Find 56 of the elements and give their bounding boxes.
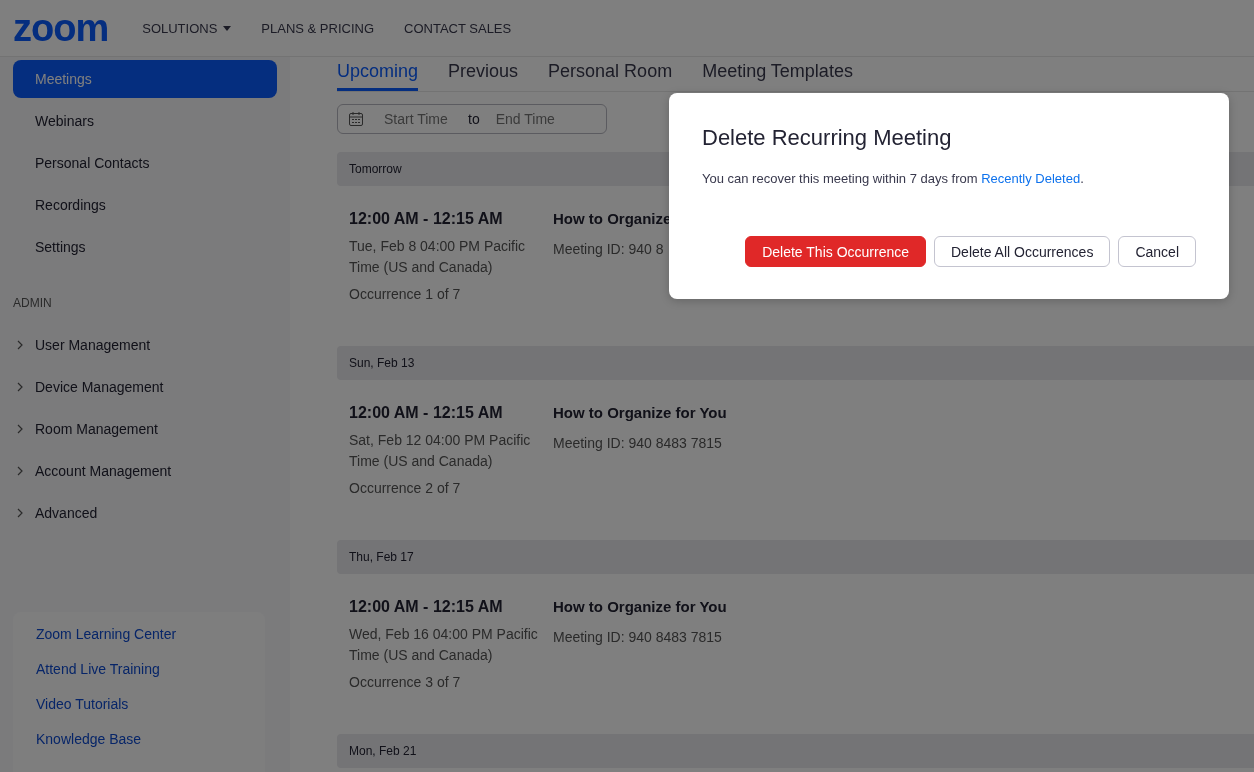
occurrence-label: Occurrence 3 of 7 bbox=[349, 674, 462, 690]
tab[interactable]: Previous bbox=[448, 57, 519, 91]
resource-link[interactable]: Zoom Learning Center bbox=[36, 626, 242, 642]
sidebar-item[interactable]: Account Management bbox=[13, 450, 277, 492]
section-heading: ADMIN bbox=[13, 296, 53, 310]
chevron-icon bbox=[17, 466, 23, 476]
tab[interactable]: Meeting Templates bbox=[702, 57, 853, 91]
meeting-datetime: Sat, Feb 12 04:00 PM Pacific Time (US and Canada) bbox=[349, 431, 532, 471]
sidebar-item[interactable]: Recordings bbox=[13, 186, 277, 224]
nav-link[interactable]: PLANS & PRICING bbox=[261, 20, 375, 36]
dialog-button[interactable]: Delete All Occurrences bbox=[934, 236, 1111, 267]
chevron-icon bbox=[17, 424, 23, 434]
meeting-id: Meeting ID: 940 8 bbox=[553, 241, 664, 257]
date-header: Mon, Feb 21 bbox=[337, 734, 1254, 768]
date-range-field[interactable]: Start Time to End Time bbox=[337, 104, 607, 134]
meeting-time: 12:00 AM - 12:15 AM bbox=[349, 598, 504, 616]
dialog-button[interactable]: Cancel bbox=[1118, 236, 1196, 267]
resource-link[interactable]: Video Tutorials bbox=[36, 696, 242, 712]
occurrence-label: Occurrence 1 of 7 bbox=[349, 286, 462, 302]
tab[interactable]: Personal Room bbox=[548, 57, 673, 91]
dialog-title: Delete Recurring Meeting bbox=[702, 125, 953, 151]
sidebar-item[interactable]: Advanced bbox=[13, 492, 277, 534]
calendar-icon bbox=[348, 111, 364, 127]
nav-link[interactable]: CONTACT SALES bbox=[404, 20, 512, 36]
meeting-topic[interactable]: How to Organize bbox=[553, 210, 672, 227]
resource-link[interactable]: Attend Live Training bbox=[36, 661, 242, 677]
chevron-icon bbox=[17, 382, 23, 392]
logo[interactable]: zoom bbox=[13, 9, 109, 47]
sidebar-item[interactable]: Meetings bbox=[13, 60, 277, 98]
sidebar-item[interactable]: Personal Contacts bbox=[13, 144, 277, 182]
meeting-id: Meeting ID: 940 8483 7815 bbox=[553, 435, 722, 451]
meeting-datetime: Wed, Feb 16 04:00 PM Pacific Time (US and Canada) bbox=[349, 625, 539, 665]
meeting-datetime: Tue, Feb 8 04:00 PM Pacific Time (US and Canada) bbox=[349, 237, 527, 277]
dialog-button[interactable]: Delete This Occurrence bbox=[745, 236, 926, 267]
chevron-icon bbox=[17, 508, 23, 518]
nav-link[interactable]: SOLUTIONS bbox=[142, 20, 232, 36]
sidebar-item[interactable]: User Management bbox=[13, 324, 277, 366]
date-header: Thu, Feb 17 bbox=[337, 540, 1254, 574]
end-time-input[interactable]: End Time bbox=[493, 110, 580, 128]
meeting-topic[interactable]: How to Organize for You bbox=[553, 598, 727, 615]
date-header: Sun, Feb 13 bbox=[337, 346, 1254, 380]
meeting-time: 12:00 AM - 12:15 AM bbox=[349, 404, 504, 422]
tab[interactable]: Upcoming bbox=[337, 57, 419, 91]
meeting-id: Meeting ID: 940 8483 7815 bbox=[553, 629, 722, 645]
chevron-icon bbox=[17, 340, 23, 350]
resource-link[interactable]: Knowledge Base bbox=[36, 731, 242, 747]
sidebar-item[interactable]: Settings bbox=[13, 228, 277, 266]
meeting-topic[interactable]: How to Organize for You bbox=[553, 404, 727, 421]
occurrence-label: Occurrence 2 of 7 bbox=[349, 480, 462, 496]
dialog-message: You can recover this meeting within 7 days from Recently Deleted. bbox=[702, 171, 1085, 186]
caret-icon bbox=[223, 25, 232, 31]
meeting-time: 12:00 AM - 12:15 AM bbox=[349, 210, 504, 228]
start-time-input[interactable]: Start Time bbox=[382, 110, 468, 128]
sidebar-item[interactable]: Device Management bbox=[13, 366, 277, 408]
sidebar-item[interactable]: Webinars bbox=[13, 102, 277, 140]
sidebar-item[interactable]: Room Management bbox=[13, 408, 277, 450]
